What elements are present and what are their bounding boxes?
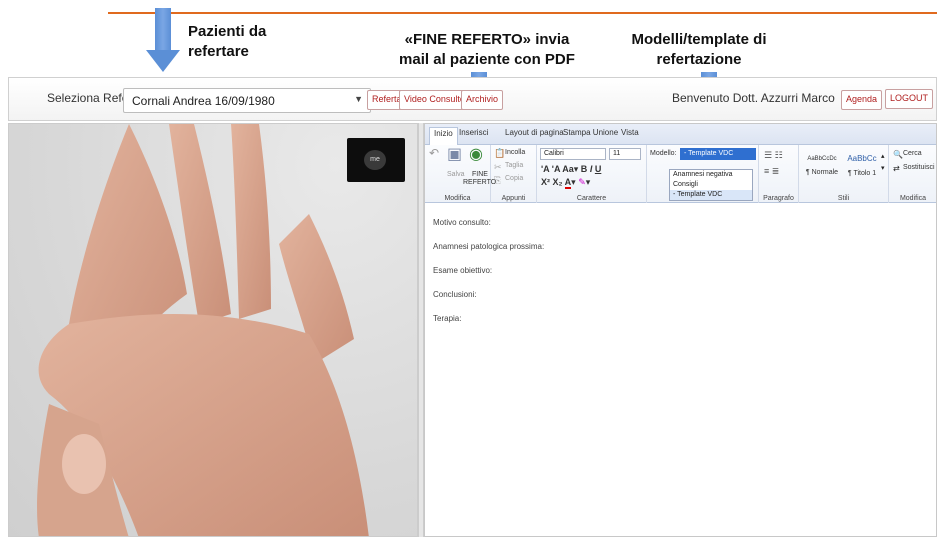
annotation-fine-referto-line2: mail al paziente con PDF bbox=[399, 51, 575, 68]
style-titolo1-preview: AaBbCc bbox=[847, 154, 877, 163]
paste-icon[interactable]: 📋 bbox=[494, 147, 505, 159]
tab-inserisci[interactable]: Inserisci bbox=[459, 128, 488, 137]
annotation-patients: Pazienti da refertare bbox=[188, 23, 267, 60]
modello-option[interactable]: - Template VDC bbox=[670, 190, 752, 200]
tab-layout[interactable]: Layout di pagina bbox=[505, 128, 564, 137]
group-label: Paragrafo bbox=[763, 195, 794, 202]
replace-icon[interactable]: ⇄ bbox=[893, 163, 900, 175]
style-titolo1-name: ¶ Titolo 1 bbox=[847, 170, 877, 177]
arrow-down-icon bbox=[146, 8, 180, 72]
font-format-icons[interactable]: X² X₂ A▾ ✎▾ bbox=[541, 177, 590, 189]
modello-dropdown: Anamnesi negativa Consigli - Template VD… bbox=[669, 169, 753, 201]
annotation-fine-referto-line1: «FINE REFERTO» invia bbox=[404, 31, 570, 48]
archivio-button[interactable]: Archivio bbox=[461, 90, 504, 110]
tab-inizio[interactable]: Inizio bbox=[429, 127, 458, 145]
telemedicine-app: Seleziona Referto: Cornali Andrea 16/09/… bbox=[8, 77, 937, 537]
modello-label: Modello: bbox=[650, 150, 677, 157]
patient-select[interactable]: Cornali Andrea 16/09/1980 ▼ bbox=[123, 88, 371, 113]
document-body[interactable]: Motivo consulto: Anamnesi patologica pro… bbox=[425, 204, 936, 538]
self-view[interactable]: me bbox=[347, 138, 405, 182]
field-motivo: Motivo consulto: bbox=[433, 218, 491, 227]
hand-image bbox=[37, 124, 369, 536]
align-icon[interactable]: ≡ ≣ bbox=[764, 165, 779, 177]
copia-button[interactable]: Copia bbox=[505, 175, 523, 182]
modello-select[interactable]: - Template VDC bbox=[680, 148, 756, 160]
selected-patient: Cornali Andrea 16/09/1980 bbox=[132, 94, 275, 108]
field-conclusioni: Conclusioni: bbox=[433, 290, 477, 299]
cerca-button[interactable]: Cerca bbox=[903, 150, 922, 157]
welcome-text: Benvenuto Dott. Azzurri Marco bbox=[672, 91, 835, 105]
video-consulto-button[interactable]: Video Consulto bbox=[399, 90, 470, 110]
style-normale-name: ¶ Normale bbox=[805, 169, 839, 176]
style-titolo1[interactable]: AaBbCc ¶ Titolo 1 bbox=[843, 149, 881, 183]
group-carattere: Calibri 11 ʹA ʹA Aa▾ B I U X² X₂ A▾ ✎▾ C… bbox=[537, 145, 647, 203]
field-terapia: Terapia: bbox=[433, 314, 462, 323]
group-label: Stili bbox=[837, 195, 850, 202]
taglia-button[interactable]: Taglia bbox=[505, 162, 523, 169]
annotation-templates-line2: refertazione bbox=[656, 51, 742, 68]
group-appunti: 📋 Incolla ✂ Taglia ⎘ Copia Appunti bbox=[491, 145, 537, 203]
fine-label: FINE bbox=[472, 171, 488, 178]
chevron-down-icon: ▼ bbox=[354, 94, 363, 104]
group-label: Carattere bbox=[576, 195, 607, 202]
modello-option[interactable]: Consigli bbox=[670, 180, 752, 190]
agenda-button[interactable]: Agenda bbox=[841, 90, 883, 110]
group-label: Modifica bbox=[899, 195, 927, 202]
style-normale-preview: AaBbCcDc bbox=[807, 156, 837, 162]
list-icon[interactable]: ☰ ☷ bbox=[764, 149, 783, 161]
tab-vista[interactable]: Vista bbox=[621, 128, 639, 137]
logout-button[interactable]: LOGOUT bbox=[885, 89, 934, 109]
font-size-select[interactable]: 11 bbox=[609, 148, 641, 160]
field-anamnesi: Anamnesi patologica prossima: bbox=[433, 242, 545, 251]
tab-stampa-unione[interactable]: Stampa Unione bbox=[563, 128, 618, 137]
group-label: Modifica bbox=[444, 195, 471, 202]
cut-icon[interactable]: ✂ bbox=[494, 161, 502, 173]
ribbon-tabs: Inizio Inserisci Layout di pagina Stampa… bbox=[425, 124, 936, 145]
annotation-templates: Modelli/template di refertazione bbox=[624, 30, 774, 70]
incolla-button[interactable]: Incolla bbox=[505, 149, 525, 156]
modello-option[interactable]: Anamnesi negativa bbox=[670, 170, 752, 180]
copy-icon[interactable]: ⎘ bbox=[494, 174, 501, 186]
search-icon[interactable]: 🔍 bbox=[893, 149, 903, 161]
font-grow-icon[interactable]: ʹA ʹA Aa▾ B I U bbox=[541, 164, 601, 175]
group-modifica: ↶ ▣ Salva ◉ FINE REFERTO Modifica bbox=[425, 145, 496, 203]
top-toolbar: Seleziona Referto: Cornali Andrea 16/09/… bbox=[8, 77, 937, 121]
self-view-avatar: me bbox=[364, 150, 386, 170]
annotation-templates-line1: Modelli/template di bbox=[631, 31, 767, 48]
group-modifica-2: 🔍 Cerca ⇄ Sostituisci Modifica bbox=[889, 145, 937, 203]
group-stili: AaBbCcDc ¶ Normale AaBbCc ¶ Titolo 1 ▴ ▾ … bbox=[799, 145, 889, 203]
field-esame: Esame obiettivo: bbox=[433, 266, 493, 275]
undo-icon[interactable]: ↶ bbox=[429, 147, 439, 159]
font-family-select[interactable]: Calibri bbox=[540, 148, 606, 160]
group-label: Appunti bbox=[501, 195, 526, 202]
send-report-icon[interactable]: ◉ bbox=[469, 147, 483, 163]
group-paragrafo: ☰ ☷ ≡ ≣ Paragrafo bbox=[759, 145, 799, 203]
video-feed: me bbox=[8, 123, 418, 537]
annotation-fine-referto: «FINE REFERTO» invia mail al paziente co… bbox=[392, 30, 582, 70]
salva-label: Salva bbox=[447, 171, 465, 178]
style-normale[interactable]: AaBbCcDc ¶ Normale bbox=[803, 149, 841, 183]
orange-divider bbox=[108, 12, 937, 14]
save-icon[interactable]: ▣ bbox=[447, 147, 462, 163]
styles-scroll-icon[interactable]: ▴ ▾ bbox=[881, 151, 885, 175]
sostituisci-button[interactable]: Sostituisci bbox=[903, 164, 935, 171]
report-editor: Inizio Inserisci Layout di pagina Stampa… bbox=[424, 123, 937, 537]
